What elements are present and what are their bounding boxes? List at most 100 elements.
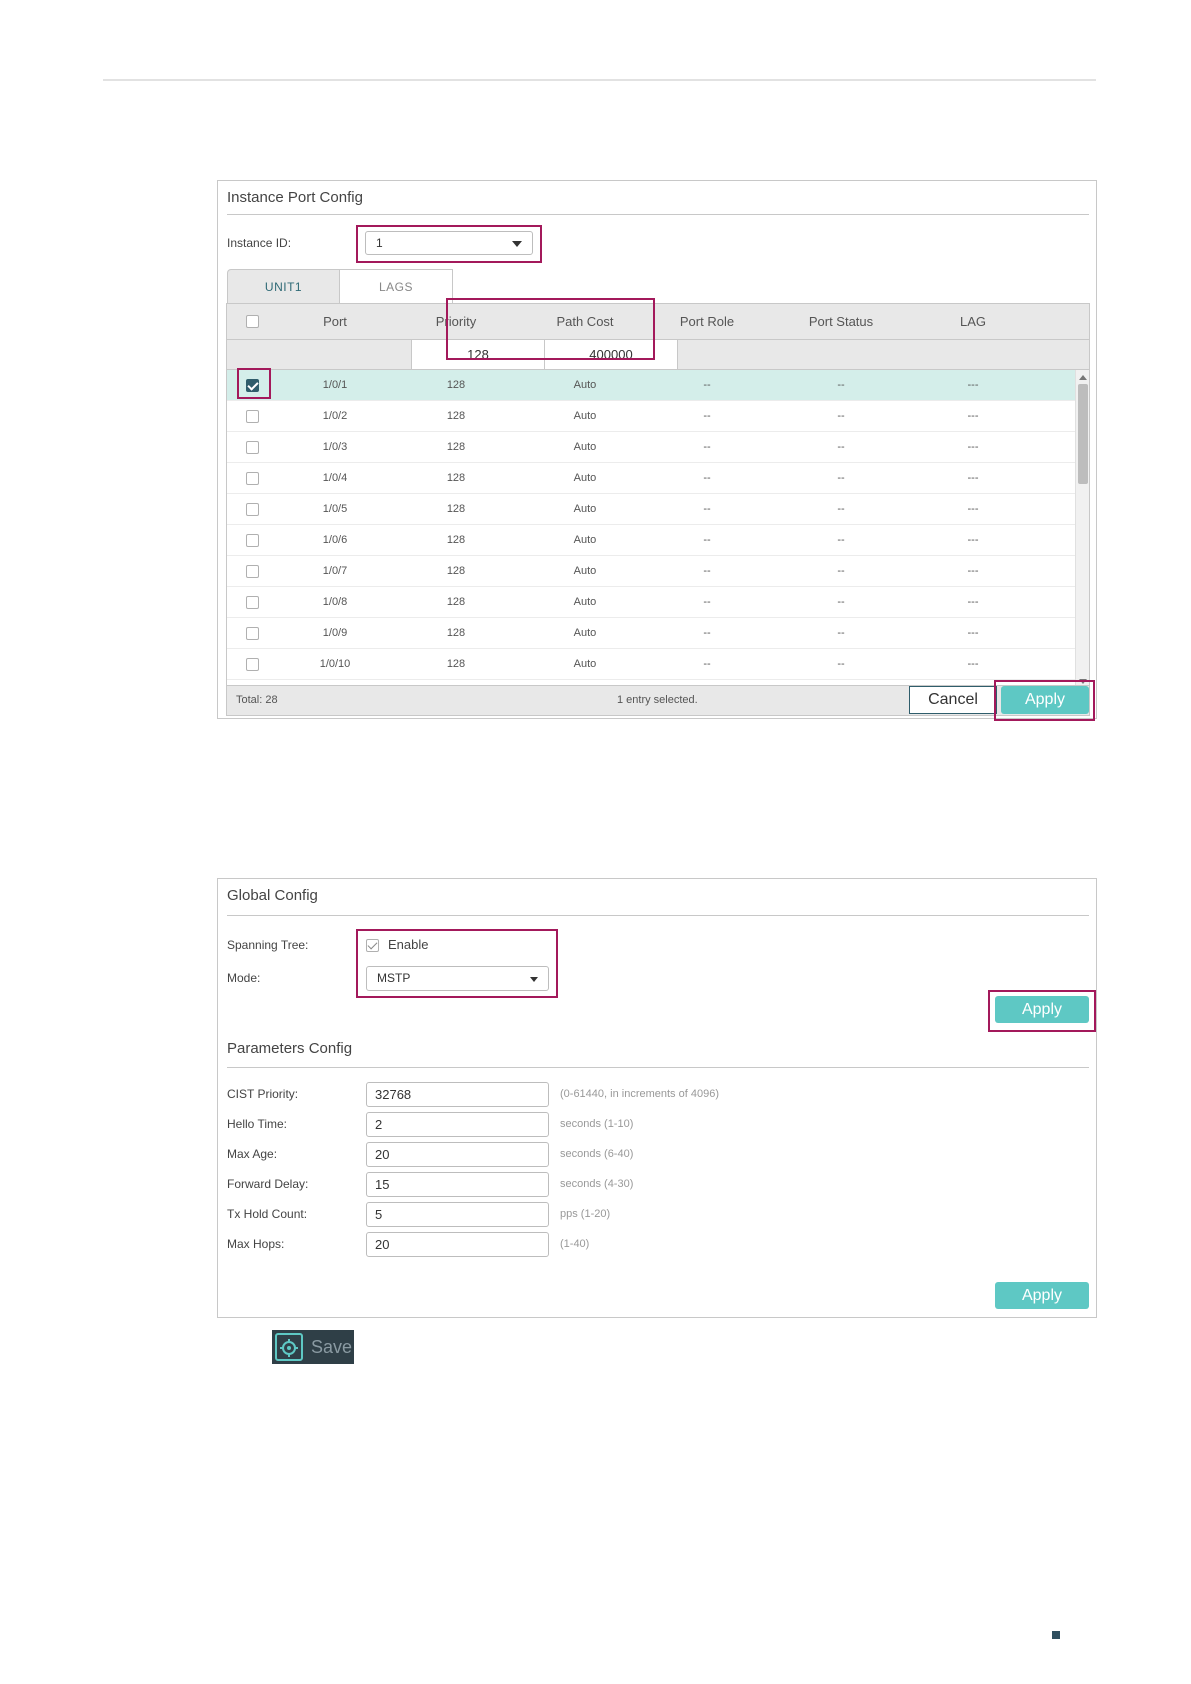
cell-status: -- (837, 534, 845, 546)
cell-role: -- (703, 565, 711, 577)
cell-lag: --- (967, 379, 979, 391)
table-row[interactable]: 1/0/3 128 Auto -- -- --- (227, 432, 1077, 463)
cell-priority: 128 (446, 534, 466, 546)
spanning-tree-label: Spanning Tree: (227, 938, 309, 952)
cell-role: -- (703, 534, 711, 546)
scroll-up-icon[interactable] (1079, 375, 1087, 380)
row-checkbox[interactable] (246, 503, 259, 516)
params-apply-button[interactable]: Apply (995, 1282, 1089, 1309)
table-row[interactable]: 1/0/1 128 Auto -- -- --- (227, 370, 1077, 401)
table-header: Port Priority Path Cost Port Role Port S… (227, 304, 1089, 340)
cell-port: 1/0/2 (322, 410, 348, 422)
cell-status: -- (837, 472, 845, 484)
row-checkbox[interactable] (246, 410, 259, 423)
table-row[interactable]: 1/0/9 128 Auto -- -- --- (227, 618, 1077, 649)
highlight-row-checkbox (237, 368, 271, 399)
section-title: Parameters Config (227, 1040, 353, 1057)
mode-label: Mode: (227, 971, 261, 985)
page-marker (1052, 1631, 1060, 1639)
highlight-apply (994, 680, 1095, 721)
tab-unit1[interactable]: UNIT1 (227, 269, 340, 303)
cancel-button[interactable]: Cancel (909, 686, 997, 714)
cell-path-cost: Auto (573, 565, 597, 577)
select-all-checkbox[interactable] (246, 315, 259, 328)
cell-port: 1/0/8 (322, 596, 348, 608)
row-checkbox[interactable] (246, 472, 259, 485)
row-checkbox[interactable] (246, 565, 259, 578)
cell-lag: --- (967, 410, 979, 422)
cell-lag: --- (967, 596, 979, 608)
cell-role: -- (703, 658, 711, 670)
instance-id-label: Instance ID: (227, 236, 292, 250)
save-label: Save (311, 1337, 353, 1357)
cell-priority: 128 (446, 627, 466, 639)
param-label: Tx Hold Count: (227, 1207, 308, 1221)
cell-lag: --- (967, 658, 979, 670)
cell-path-cost: Auto (573, 379, 597, 391)
table-row[interactable]: 1/0/10 128 Auto -- -- --- (227, 649, 1077, 680)
cell-lag: --- (967, 627, 979, 639)
cell-status: -- (837, 503, 845, 515)
cell-port: 1/0/5 (322, 503, 348, 515)
row-checkbox[interactable] (246, 534, 259, 547)
row-checkbox[interactable] (246, 658, 259, 671)
table-scrollbar[interactable] (1075, 370, 1089, 685)
scroll-thumb[interactable] (1078, 384, 1088, 484)
global-config-panel: Global Config Spanning Tree: Enable Mode… (217, 878, 1097, 1318)
cell-priority: 128 (446, 565, 466, 577)
row-checkbox[interactable] (246, 627, 259, 640)
param-label: Max Age: (227, 1147, 278, 1161)
row-checkbox[interactable] (246, 441, 259, 454)
param-input[interactable]: 15 (366, 1172, 549, 1197)
instance-port-config-panel: Instance Port Config Instance ID: 1 UNIT… (217, 180, 1097, 721)
cell-priority: 128 (446, 441, 466, 453)
cell-lag: --- (967, 472, 979, 484)
gear-icon (275, 1333, 303, 1361)
cell-path-cost: Auto (573, 441, 597, 453)
highlight-global-settings (356, 929, 558, 998)
highlight-instance-id (356, 225, 542, 263)
cell-role: -- (703, 379, 711, 391)
table-row[interactable]: 1/0/2 128 Auto -- -- --- (227, 401, 1077, 432)
port-table: Port Priority Path Cost Port Role Port S… (226, 303, 1090, 686)
highlight-priority-pathcost (446, 298, 655, 360)
cell-priority: 128 (446, 410, 466, 422)
cell-role: -- (703, 441, 711, 453)
table-row[interactable]: 1/0/4 128 Auto -- -- --- (227, 463, 1077, 494)
cell-priority: 128 (446, 472, 466, 484)
col-lag: LAG (959, 314, 986, 329)
cell-port: 1/0/7 (322, 565, 348, 577)
cell-priority: 128 (446, 503, 466, 515)
param-input[interactable]: 5 (366, 1202, 549, 1227)
tab-lags[interactable]: LAGS (339, 269, 453, 303)
table-row[interactable]: 1/0/6 128 Auto -- -- --- (227, 525, 1077, 556)
panel-title: Instance Port Config (227, 189, 363, 206)
param-input[interactable]: 32768 (366, 1082, 549, 1107)
cell-priority: 128 (446, 379, 466, 391)
cell-status: -- (837, 441, 845, 453)
param-hint: (1-40) (560, 1238, 590, 1250)
total-count: Total: 28 (236, 694, 278, 706)
row-checkbox[interactable] (246, 596, 259, 609)
cell-path-cost: Auto (573, 534, 597, 546)
title-divider (227, 915, 1089, 916)
table-body: 1/0/1 128 Auto -- -- --- 1/0/2 128 Auto -- -- --- 1/… (227, 370, 1077, 680)
table-row[interactable]: 1/0/7 128 Auto -- -- --- (227, 556, 1077, 587)
selection-status: 1 entry selected. (617, 694, 698, 706)
param-hint: seconds (1-10) (560, 1118, 634, 1130)
col-port-status: Port Status (808, 314, 874, 329)
cell-path-cost: Auto (573, 472, 597, 484)
cell-port: 1/0/10 (319, 658, 351, 670)
save-button[interactable]: Save (272, 1330, 354, 1364)
param-hint: seconds (6-40) (560, 1148, 634, 1160)
param-input[interactable]: 2 (366, 1112, 549, 1137)
cell-role: -- (703, 503, 711, 515)
cell-role: -- (703, 627, 711, 639)
cell-status: -- (837, 410, 845, 422)
table-row[interactable]: 1/0/5 128 Auto -- -- --- (227, 494, 1077, 525)
table-row[interactable]: 1/0/8 128 Auto -- -- --- (227, 587, 1077, 618)
param-input[interactable]: 20 (366, 1142, 549, 1167)
cell-status: -- (837, 658, 845, 670)
section-divider (227, 1067, 1089, 1068)
param-input[interactable]: 20 (366, 1232, 549, 1257)
